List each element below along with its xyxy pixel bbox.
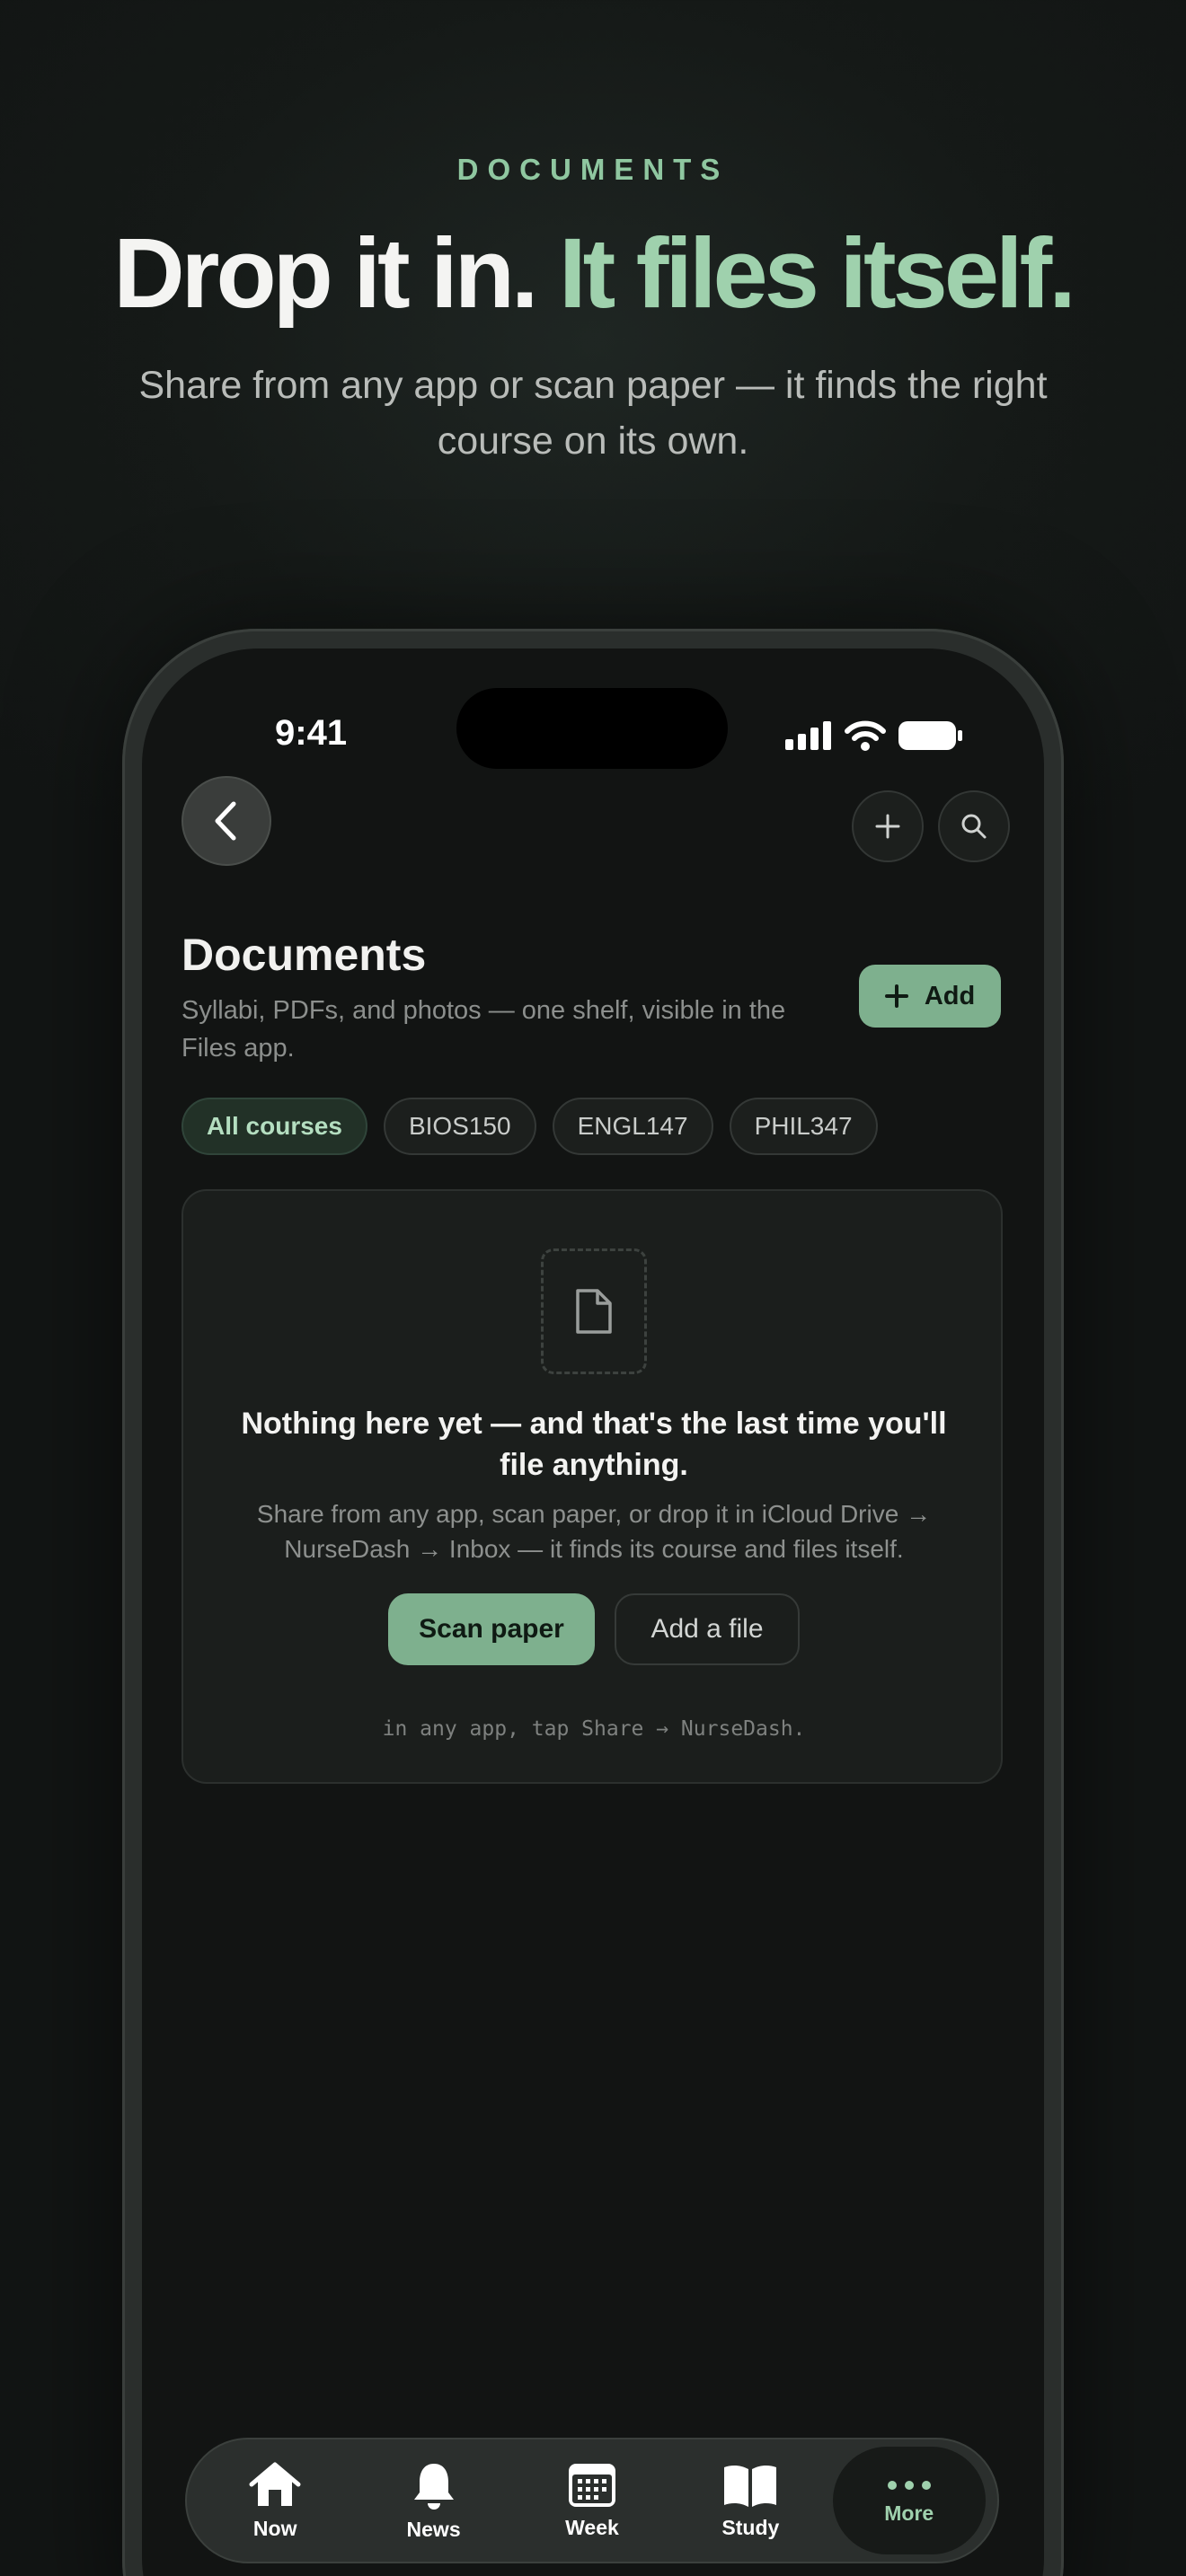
hero-headline: Drop it in. It files itself. [0,220,1186,328]
tab-label: Week [565,2515,619,2539]
tab-week[interactable]: Week [516,2447,668,2554]
calendar-icon [568,2463,615,2507]
status-icons [785,720,963,751]
home-icon [249,2462,301,2506]
back-button[interactable] [181,776,271,866]
tab-label: Study [721,2515,780,2539]
headline-green: It files itself. [559,218,1076,329]
tab-label: More [884,2501,934,2525]
share-hint: in any app, tap Share → NurseDash. [382,1717,806,1741]
plus-icon [884,984,908,1008]
plus-button[interactable] [852,790,924,862]
status-time: 9:41 [275,713,348,753]
dynamic-island [456,688,728,769]
empty-file-placeholder [541,1248,647,1374]
document-icon [576,1289,612,1334]
page-subtitle: Syllabi, PDFs, and photos — one shelf, v… [181,996,786,1063]
tab-news[interactable]: News [358,2447,510,2554]
filter-chip-all[interactable]: All courses [181,1098,367,1155]
more-icon [887,2480,931,2490]
tab-more[interactable]: More [832,2447,986,2554]
chevron-left-icon [215,801,236,841]
empty-state-title: Nothing here yet — and that's the last t… [241,1407,947,1482]
course-filters: All courses BIOS150 ENGL147 PHIL347 [181,1098,878,1155]
tab-label: News [406,2517,461,2541]
plus-icon [875,814,900,839]
tab-label: Now [252,2516,297,2540]
add-file-button[interactable]: Add a file [615,1593,800,1665]
add-button-label: Add [924,981,976,1010]
headline-white: Drop it in. [113,218,538,329]
filter-chip-engl147[interactable]: ENGL147 [552,1098,713,1155]
tab-now[interactable]: Now [199,2447,351,2554]
bell-icon [413,2463,454,2510]
empty-state-actions: Scan paper Add a file [183,1593,1005,1665]
page-title: Documents [181,930,427,980]
tab-bar: Now News Week Study More [185,2438,999,2563]
add-button[interactable]: Add [859,965,1001,1028]
hero-subhead: Share from any app or scan paper — it fi… [138,364,1048,463]
signal-icon [785,721,831,750]
scan-paper-button[interactable]: Scan paper [388,1593,595,1665]
phone-screen: 9:41 Documents Syllabi, PDFs, and photos… [142,648,1044,2576]
book-icon [724,2465,777,2507]
search-icon [961,814,987,839]
search-button[interactable] [938,790,1010,862]
empty-state-description: Share from any app, scan paper, or drop … [256,1500,932,1563]
empty-state-card: Nothing here yet — and that's the last t… [181,1189,1003,1784]
wifi-icon [845,720,886,751]
phone-frame: 9:41 Documents Syllabi, PDFs, and photos… [122,629,1064,2576]
filter-chip-bios150[interactable]: BIOS150 [383,1098,536,1155]
hero-eyebrow: DOCUMENTS [456,153,730,186]
battery-icon [898,721,962,750]
tab-study[interactable]: Study [674,2447,827,2554]
filter-chip-phil347[interactable]: PHIL347 [729,1098,878,1155]
